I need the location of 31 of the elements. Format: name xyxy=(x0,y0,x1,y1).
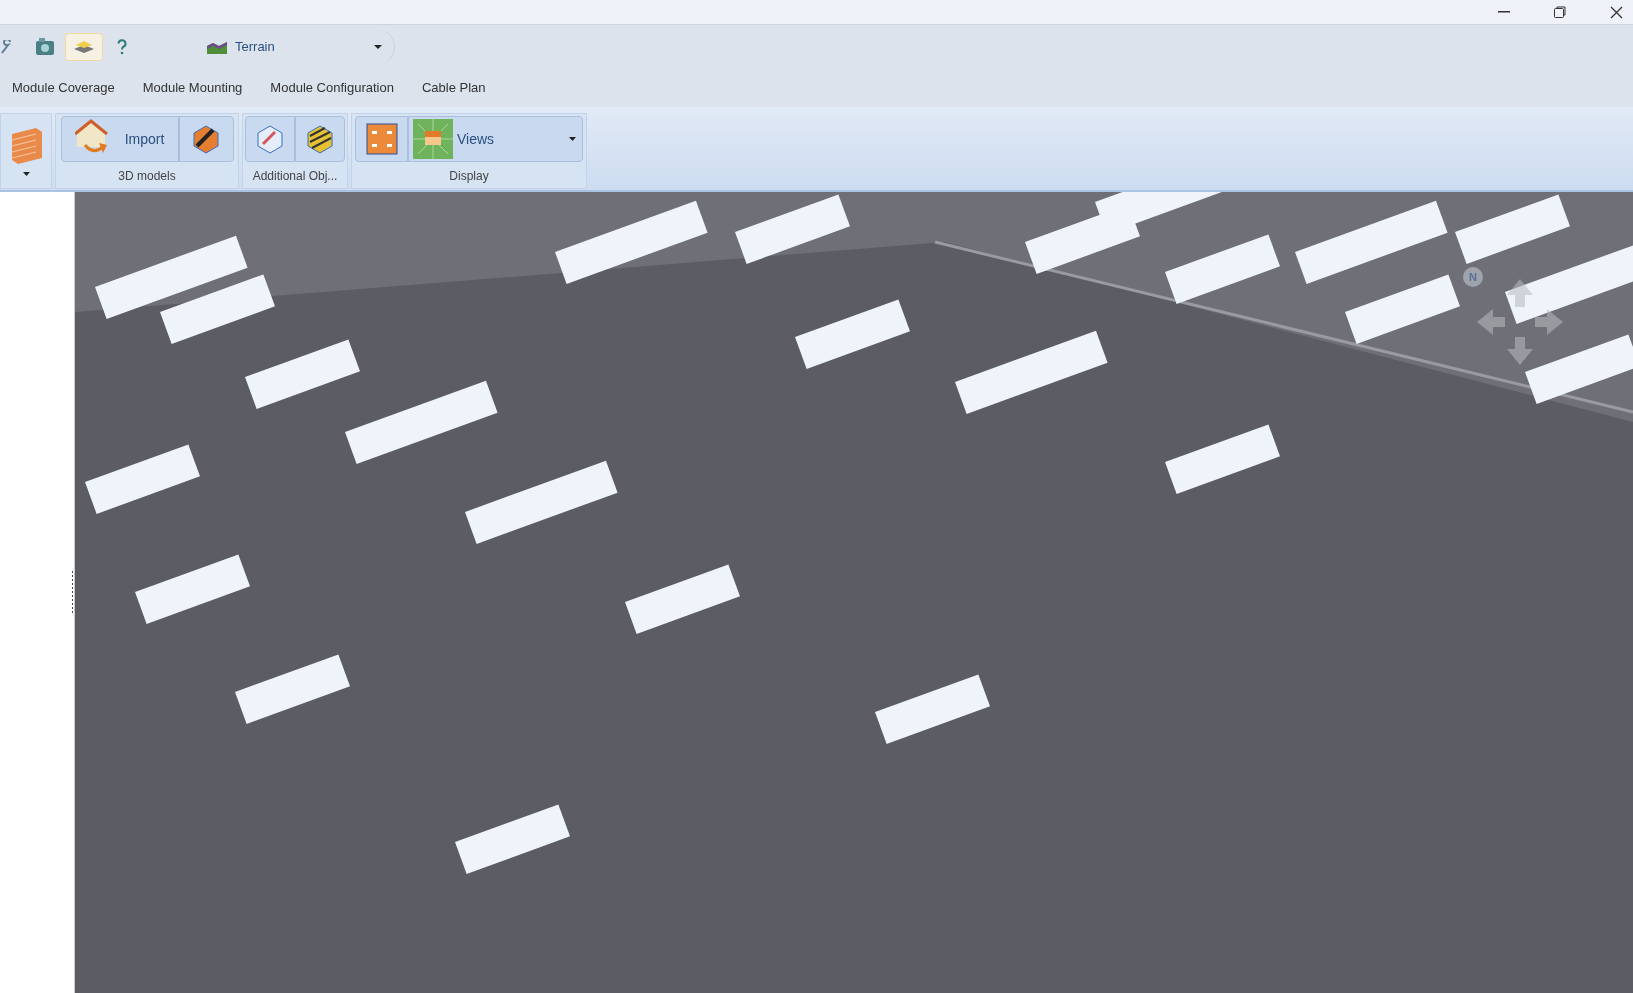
caret-icon xyxy=(374,45,382,49)
group-label: Additional Obj... xyxy=(252,168,338,185)
ribbon-tab[interactable]: Module Mounting xyxy=(142,73,243,103)
group-label: 3D models xyxy=(118,168,176,185)
hatched-hexagon-icon xyxy=(305,124,335,154)
splitter-grip-icon[interactable] xyxy=(71,570,74,615)
roof-layout-button[interactable] xyxy=(355,116,408,162)
ribbon-tab[interactable]: Module Coverage xyxy=(12,73,115,103)
block-icon xyxy=(72,39,96,55)
minimize-icon[interactable] xyxy=(1498,11,1510,13)
navigation-arrows-icon[interactable] xyxy=(1475,277,1565,367)
camera-icon[interactable] xyxy=(35,37,55,57)
terrain-label: Terrain xyxy=(235,38,275,57)
house-view-icon xyxy=(413,119,453,159)
hatched-area-button[interactable] xyxy=(295,116,345,162)
views-dropdown[interactable]: Views xyxy=(408,116,583,162)
help-icon[interactable] xyxy=(117,39,127,55)
ribbon-tab[interactable]: Cable Plan xyxy=(421,73,486,103)
caret-icon xyxy=(569,137,576,141)
ribbon-tab[interactable]: Module Configuration xyxy=(270,73,394,103)
layer-button[interactable] xyxy=(65,33,103,61)
import-button[interactable]: Import xyxy=(60,116,179,162)
restore-icon[interactable] xyxy=(1554,6,1566,18)
caret-icon[interactable] xyxy=(22,172,30,176)
roof-layout-icon xyxy=(363,121,400,157)
roof-edit-button[interactable] xyxy=(178,116,234,162)
terrain-dropdown[interactable]: Terrain xyxy=(207,30,395,64)
terrain-icon xyxy=(207,40,227,54)
close-icon[interactable] xyxy=(1610,5,1623,19)
wrench-icon[interactable] xyxy=(0,40,12,54)
group-label: Display xyxy=(449,168,489,185)
